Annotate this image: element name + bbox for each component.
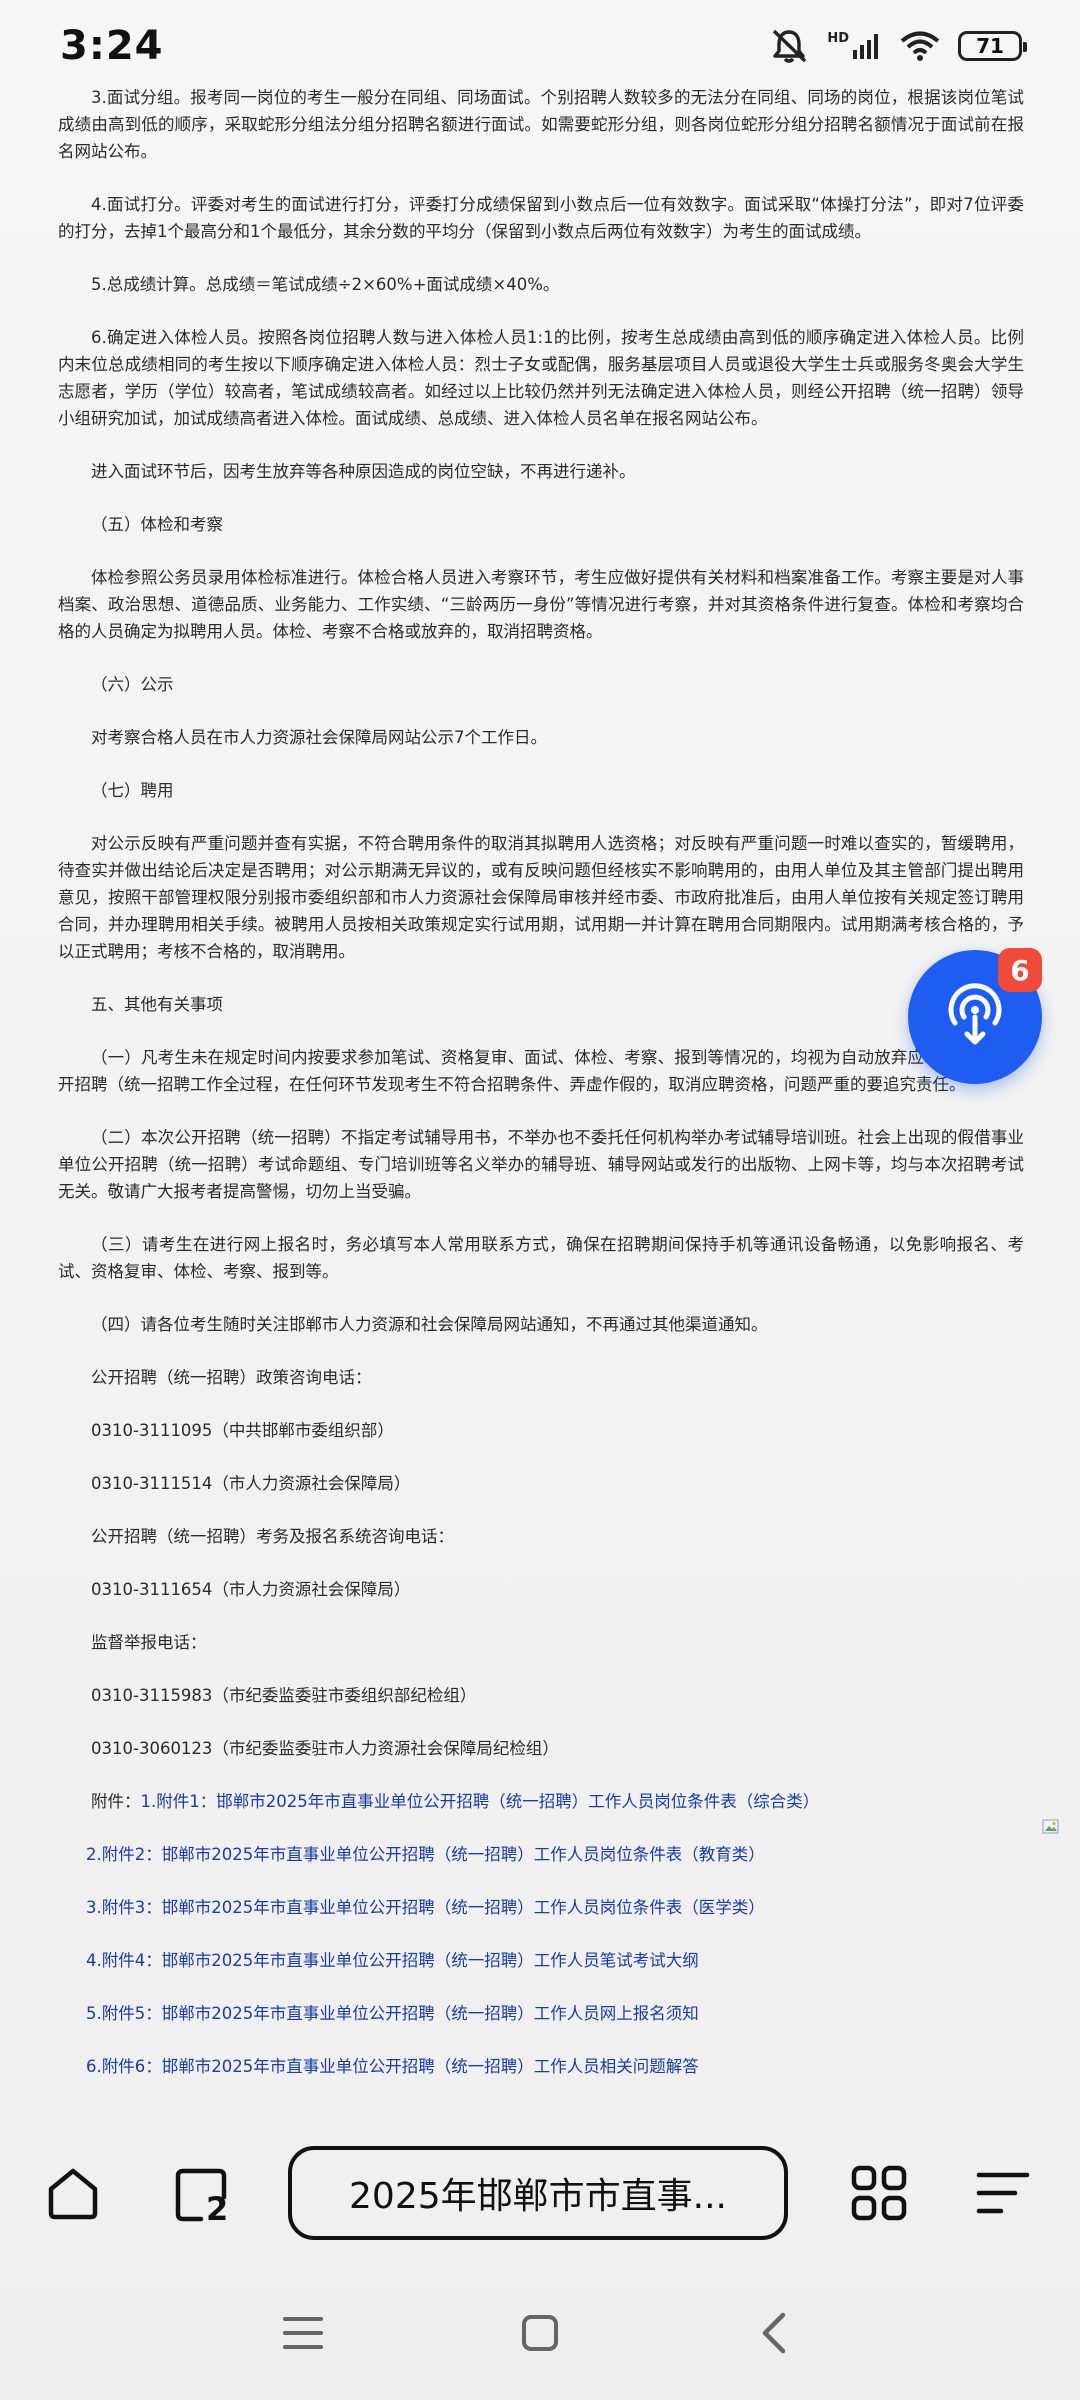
attachment-link[interactable]: 附件3：邯郸市2025年市直事业单位公开招聘（统一招聘）工作人员岗位条件表（医学… [102,1898,765,1917]
notification-badge: 6 [998,948,1042,992]
attachment-number: 4. [86,1951,102,1970]
system-home-button[interactable] [495,2290,585,2380]
paragraph: 5.总成绩计算。总成绩＝笔试成绩÷2×60%+面试成绩×40%。 [91,275,560,294]
address-bar[interactable]: 2025年邯郸市市直事... [288,2146,788,2240]
tabs-icon: 2 [171,2165,231,2225]
apps-grid-icon [849,2163,909,2227]
paragraph: 6.确定进入体检人员。按照各岗位招聘人数与进入体检人员1:1的比例，按考生总成绩… [58,328,1024,428]
attachment-number: 1. [140,1792,157,1811]
browser-screen: 3:24 HD 71 3.面试分组。报考同一岗位的考生一般分在同组、同场面试。个… [0,0,1080,2400]
attachment-link[interactable]: 附件6：邯郸市2025年市直事业单位公开招聘（统一招聘）工作人员相关问题解答 [102,2057,699,2076]
attachment-item: 附件：1.附件1：邯郸市2025年市直事业单位公开招聘（统一招聘）工作人员岗位条… [58,1788,1024,1815]
paragraph: 对公示反映有严重问题并查有实据，不符合聘用条件的取消其拟聘用人选资格；对反映有严… [58,834,1024,961]
attachment-number: 5. [86,2004,102,2023]
attachment-item: 2.附件2：邯郸市2025年市直事业单位公开招聘（统一招聘）工作人员岗位条件表（… [58,1841,1024,1868]
attachment-item: 6.附件6：邯郸市2025年市直事业单位公开招聘（统一招聘）工作人员相关问题解答 [58,2053,1024,2080]
home-square-icon [520,2313,560,2357]
network-type-label: HD [827,31,849,46]
phone-number: 0310-3111654（市人力资源社会保障局） [91,1580,411,1599]
battery-level: 71 [976,34,1004,58]
attachment-number: 2. [86,1845,102,1864]
paragraph: （二）本次公开招聘（统一招聘）不指定考试辅导用书，不举办也不委托任何机构举办考试… [58,1128,1024,1201]
paragraph: 4.面试打分。评委对考生的面试进行打分，评委打分成绩保留到小数点后一位有效数字。… [58,195,1024,241]
attachment-item: 5.附件5：邯郸市2025年市直事业单位公开招聘（统一招聘）工作人员网上报名须知 [58,2000,1024,2027]
paragraph: 体检参照公务员录用体检标准进行。体检合格人员进入考察环节，考生应做好提供有关材料… [58,568,1024,641]
apps-button[interactable] [824,2140,934,2250]
system-navigation-bar [0,2290,1080,2380]
attachments-prefix: 附件： [91,1792,141,1811]
attachment-link[interactable]: 附件1：邯郸市2025年市直事业单位公开招聘（统一招聘）工作人员岗位条件表（综合… [156,1792,819,1811]
page-title: 2025年邯郸市市直事... [349,2176,727,2217]
status-bar: 3:24 HD 71 [0,0,1080,92]
back-icon [757,2311,793,2359]
broken-image-icon [1042,1818,1060,1836]
system-back-button[interactable] [730,2290,820,2380]
phone-number: 0310-3111095（中共邯郸市委组织部） [91,1421,394,1440]
status-icons: HD 71 [769,28,1027,64]
paragraph: 对考察合格人员在市人力资源社会保障局网站公示7个工作日。 [91,728,547,747]
contact-heading: 监督举报电话： [91,1633,207,1652]
section-heading: （七）聘用 [91,781,174,800]
status-time: 3:24 [60,23,164,69]
paragraph: 进入面试环节后，因考生放弃等各种原因造成的岗位空缺，不再进行递补。 [91,462,636,481]
contact-heading: 公开招聘（统一招聘）考务及报名系统咨询电话： [91,1527,454,1546]
attachment-link[interactable]: 附件5：邯郸市2025年市直事业单位公开招聘（统一招聘）工作人员网上报名须知 [102,2004,699,2023]
attachment-link[interactable]: 附件4：邯郸市2025年市直事业单位公开招聘（统一招聘）工作人员笔试考试大纲 [102,1951,699,1970]
attachment-number: 3. [86,1898,102,1917]
recent-apps-button[interactable] [258,2290,348,2380]
section-heading: （五）体检和考察 [91,515,223,534]
home-button[interactable] [18,2140,128,2250]
mute-icon [769,28,809,64]
paragraph: （三）请考生在进行网上报名时，务必填写本人常用联系方式，确保在招聘期间保持手机等… [58,1235,1024,1281]
recent-apps-icon [281,2313,325,2357]
menu-button[interactable] [948,2140,1058,2250]
phone-number: 0310-3111514（市人力资源社会保障局） [91,1474,411,1493]
wifi-icon [900,30,940,62]
menu-icon [973,2163,1033,2227]
phone-number: 0310-3060123（市纪委监委驻市人力资源社会保障局纪检组） [91,1739,559,1758]
signal-icon: HD [827,31,882,61]
browser-toolbar: 2 2025年邯郸市市直事... [0,2140,1080,2250]
contact-heading: 公开招聘（统一招聘）政策咨询电话： [91,1368,372,1387]
phone-number: 0310-3115983（市纪委监委驻市委组织部纪检组） [91,1686,477,1705]
tab-count: 2 [206,2190,229,2228]
section-heading: 五、其他有关事项 [91,995,223,1014]
podcast-download-icon [939,979,1011,1055]
battery-icon: 71 [958,31,1027,61]
attachment-number: 6. [86,2057,102,2076]
section-heading: （六）公示 [91,675,174,694]
home-icon [43,2163,103,2227]
paragraph: （四）请各位考生随时关注邯郸市人力资源和社会保障局网站通知，不再通过其他渠道通知… [91,1315,768,1334]
attachment-item: 4.附件4：邯郸市2025年市直事业单位公开招聘（统一招聘）工作人员笔试考试大纲 [58,1947,1024,1974]
paragraph: （一）凡考生未在规定时间内按要求参加笔试、资格复审、面试、体检、考察、报到等情况… [58,1048,1024,1094]
attachment-link[interactable]: 附件2：邯郸市2025年市直事业单位公开招聘（统一招聘）工作人员岗位条件表（教育… [102,1845,765,1864]
tabs-button[interactable]: 2 [146,2140,256,2250]
article-content: 3.面试分组。报考同一岗位的考生一般分在同组、同场面试。个别招聘人数较多的无法分… [58,84,1024,2106]
attachment-item: 3.附件3：邯郸市2025年市直事业单位公开招聘（统一招聘）工作人员岗位条件表（… [58,1894,1024,1921]
paragraph: 3.面试分组。报考同一岗位的考生一般分在同组、同场面试。个别招聘人数较多的无法分… [58,88,1024,161]
